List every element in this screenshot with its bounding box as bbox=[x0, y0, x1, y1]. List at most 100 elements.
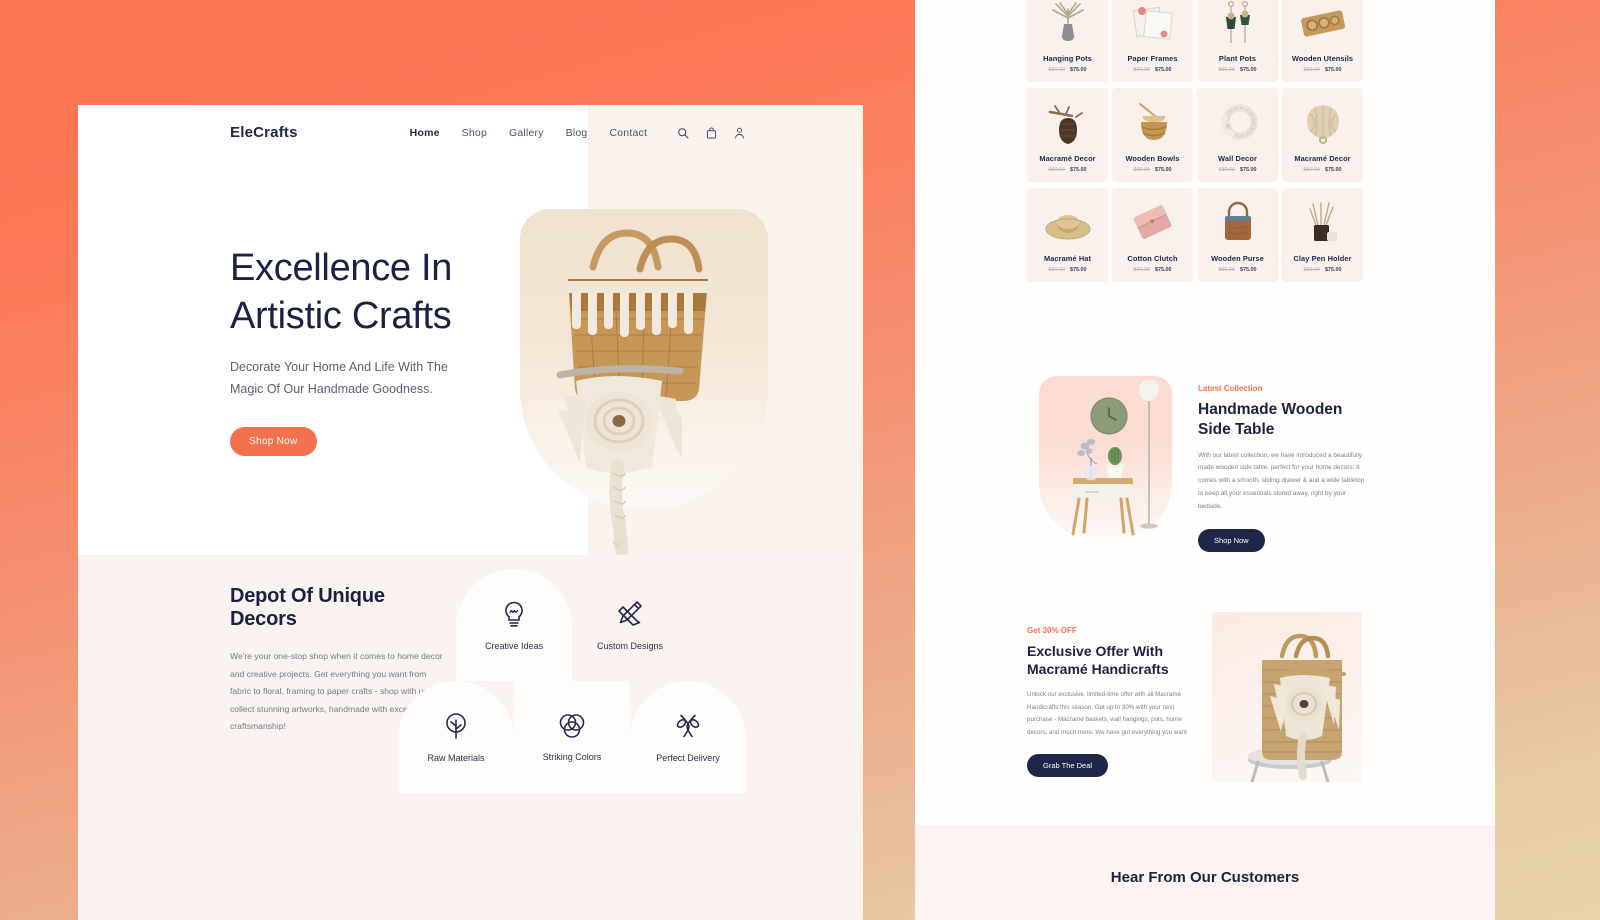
nav-item-home[interactable]: Home bbox=[410, 127, 440, 139]
testimonials-section: Hear From Our Customers bbox=[915, 825, 1495, 920]
product-price: $80.00 $75.00 bbox=[1049, 167, 1087, 173]
product-thumb-cotton-clutch bbox=[1112, 194, 1193, 252]
product-card[interactable]: Clay Pen Holder $80.00 $75.00 bbox=[1282, 188, 1363, 282]
feature-row-top: Creative Ideas Custom Designs bbox=[456, 569, 766, 681]
features-title: Depot Of Unique Decors bbox=[230, 585, 385, 630]
product-price: $80.00 $75.00 bbox=[1219, 267, 1257, 273]
grab-the-deal-button[interactable]: Grab The Deal bbox=[1027, 754, 1109, 777]
product-new-price: $75.00 bbox=[1240, 167, 1257, 173]
feature-label: Custom Designs bbox=[596, 640, 664, 651]
product-thumb-macrame-decor-pinecone bbox=[1027, 94, 1108, 152]
basket-on-stool-illustration bbox=[1248, 633, 1346, 782]
product-old-price: $80.00 bbox=[1218, 67, 1236, 73]
product-price: $80.00 $75.00 bbox=[1304, 267, 1342, 273]
latest-title-line1: Handmade Wooden bbox=[1198, 401, 1343, 418]
feature-label: Striking Colors bbox=[542, 751, 602, 762]
site-navbar: EleCrafts Home Shop Gallery Blog Contact bbox=[78, 105, 863, 160]
product-card[interactable]: Wall Decor $80.00 $75.00 bbox=[1197, 88, 1278, 182]
product-card[interactable]: Wooden Utensils $80.00 $75.00 bbox=[1282, 0, 1363, 82]
product-thumb-paper-frames bbox=[1112, 0, 1193, 52]
product-name: Macramé Decor bbox=[1294, 154, 1351, 163]
product-card[interactable]: Wooden Purse $80.00 $75.00 bbox=[1197, 188, 1278, 282]
product-name: Clay Pen Holder bbox=[1293, 254, 1352, 263]
product-card[interactable]: Macramé Decor $80.00 $75.00 bbox=[1027, 88, 1108, 182]
pencil-ruler-icon bbox=[616, 600, 644, 628]
product-old-price: $80.00 bbox=[1218, 267, 1236, 273]
product-card[interactable]: Wooden Bowls $80.00 $75.00 bbox=[1112, 88, 1193, 182]
right-browser-panel: Hanging Pots $80.00 $75.00 Paper Frames … bbox=[915, 0, 1495, 920]
latest-title-line2: Side Table bbox=[1198, 420, 1275, 438]
hero-copy: Excellence In Artistic Crafts Decorate Y… bbox=[230, 160, 530, 456]
offer-image bbox=[1212, 612, 1362, 782]
feature-row-bottom: Raw Materials Striking Colors Perfect De… bbox=[398, 681, 766, 793]
user-icon[interactable] bbox=[734, 127, 745, 139]
product-card[interactable]: Hanging Pots $80.00 $75.00 bbox=[1027, 0, 1108, 82]
product-grid: Hanging Pots $80.00 $75.00 Paper Frames … bbox=[1027, 0, 1375, 282]
macrame-basket-illustration bbox=[556, 229, 708, 558]
product-name: Paper Frames bbox=[1127, 54, 1178, 63]
offer-title: Exclusive Offer With Macramé Handicrafts bbox=[1027, 642, 1192, 678]
product-name: Hanging Pots bbox=[1043, 54, 1092, 63]
scissors-icon bbox=[675, 712, 701, 740]
product-new-price: $75.00 bbox=[1070, 167, 1087, 173]
product-card[interactable]: Macramé Hat $80.00 $75.00 bbox=[1027, 188, 1108, 282]
left-browser-panel: EleCrafts Home Shop Gallery Blog Contact bbox=[78, 105, 863, 920]
product-card[interactable]: Plant Pots $80.00 $75.00 bbox=[1197, 0, 1278, 82]
product-price: $80.00 $75.00 bbox=[1134, 67, 1172, 73]
product-name: Plant Pots bbox=[1218, 54, 1257, 63]
search-icon[interactable] bbox=[677, 127, 689, 139]
product-price: $80.00 $75.00 bbox=[1049, 67, 1087, 73]
feature-card-striking-colors[interactable]: Striking Colors bbox=[514, 681, 630, 793]
product-old-price: $80.00 bbox=[1303, 267, 1321, 273]
product-thumb-wall-decor-wreath bbox=[1197, 94, 1278, 152]
hero-subtitle-line2: Magic Of Our Handmade Goodness. bbox=[230, 381, 433, 396]
product-thumb-wooden-purse bbox=[1197, 194, 1278, 252]
product-new-price: $75.00 bbox=[1070, 267, 1087, 273]
product-name: Wall Decor bbox=[1218, 154, 1257, 163]
offer-title-line1: Exclusive Offer With bbox=[1027, 643, 1164, 659]
feature-card-creative-ideas[interactable]: Creative Ideas bbox=[456, 569, 572, 681]
feature-card-custom-designs[interactable]: Custom Designs bbox=[572, 569, 688, 681]
product-old-price: $80.00 bbox=[1218, 167, 1236, 173]
tree-icon bbox=[443, 712, 469, 740]
product-new-price: $75.00 bbox=[1325, 167, 1342, 173]
hero-title: Excellence In Artistic Crafts bbox=[230, 245, 530, 341]
latest-collection-image bbox=[1027, 368, 1172, 548]
product-card[interactable]: Paper Frames $80.00 $75.00 bbox=[1112, 0, 1193, 82]
product-old-price: $80.00 bbox=[1133, 67, 1151, 73]
product-price: $80.00 $75.00 bbox=[1219, 167, 1257, 173]
offer-title-line2: Macramé Handicrafts bbox=[1027, 661, 1169, 678]
nav-item-contact[interactable]: Contact bbox=[609, 127, 647, 139]
feature-card-perfect-delivery[interactable]: Perfect Delivery bbox=[630, 681, 746, 793]
product-card[interactable]: Cotton Clutch $80.00 $75.00 bbox=[1112, 188, 1193, 282]
offer-text: Unlock our exclusive, limited-time offer… bbox=[1027, 691, 1187, 736]
page-background: EleCrafts Home Shop Gallery Blog Contact bbox=[0, 0, 1600, 920]
product-name: Wooden Utensils bbox=[1291, 54, 1354, 63]
product-old-price: $80.00 bbox=[1048, 67, 1066, 73]
nav-item-gallery[interactable]: Gallery bbox=[509, 127, 544, 139]
feature-card-raw-materials[interactable]: Raw Materials bbox=[398, 681, 514, 793]
feature-label: Perfect Delivery bbox=[656, 752, 720, 763]
nav-item-blog[interactable]: Blog bbox=[566, 127, 588, 139]
latest-shop-now-button[interactable]: Shop Now bbox=[1198, 528, 1265, 552]
product-name: Macramé Decor bbox=[1039, 154, 1096, 163]
exclusive-offer-section: Get 30% OFF Exclusive Offer With Macramé… bbox=[1027, 612, 1397, 782]
hero-shop-now-button[interactable]: Shop Now bbox=[230, 426, 317, 456]
product-thumb-plant-pots bbox=[1197, 0, 1278, 52]
product-card[interactable]: Macramé Decor $80.00 $75.00 bbox=[1282, 88, 1363, 182]
bag-icon[interactable] bbox=[706, 127, 717, 139]
brand-logo[interactable]: EleCrafts bbox=[230, 124, 298, 141]
product-old-price: $80.00 bbox=[1303, 167, 1321, 173]
feature-label: Creative Ideas bbox=[484, 640, 544, 651]
product-new-price: $75.00 bbox=[1070, 67, 1087, 73]
product-new-price: $75.00 bbox=[1325, 67, 1342, 73]
offer-eyebrow: Get 30% OFF bbox=[1027, 626, 1077, 635]
product-thumb-wooden-bowls bbox=[1112, 94, 1193, 152]
nav-item-shop[interactable]: Shop bbox=[462, 127, 487, 139]
feature-label: Raw Materials bbox=[427, 752, 485, 763]
product-price: $80.00 $75.00 bbox=[1134, 167, 1172, 173]
latest-eyebrow: Latest Collection bbox=[1198, 384, 1263, 393]
product-new-price: $75.00 bbox=[1155, 67, 1172, 73]
product-old-price: $80.00 bbox=[1133, 167, 1151, 173]
hero-title-line2: Artistic Crafts bbox=[230, 294, 452, 337]
